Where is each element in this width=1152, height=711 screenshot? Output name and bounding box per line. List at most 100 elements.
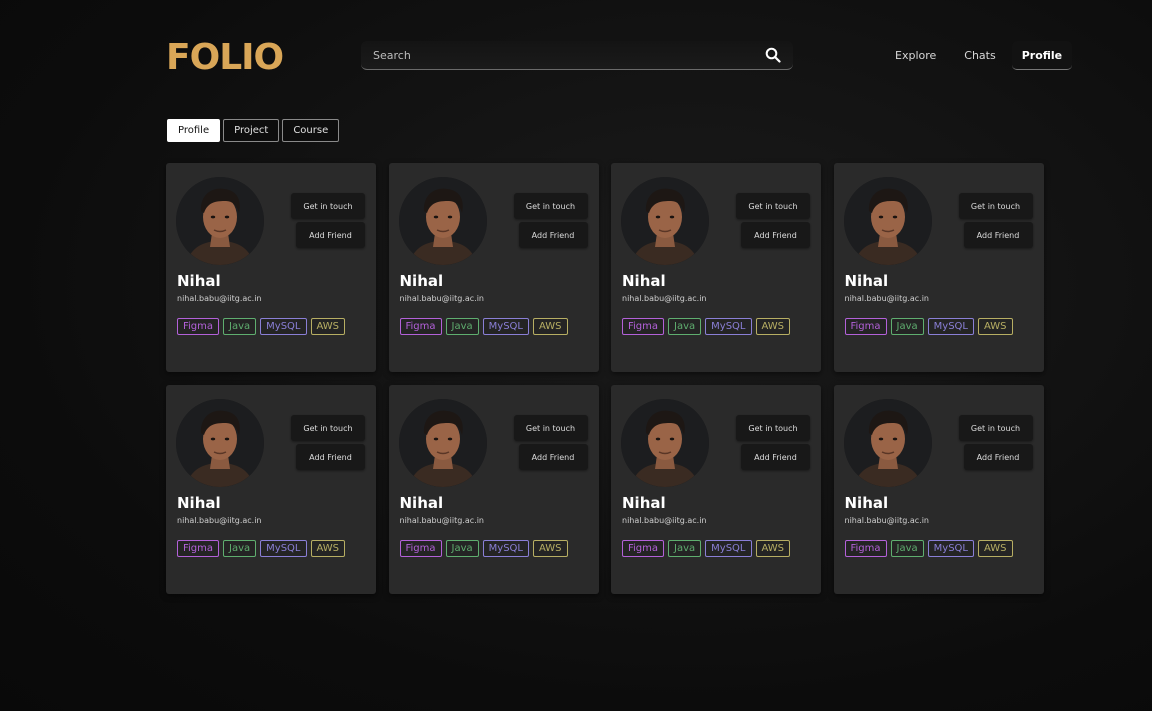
skill-tag[interactable]: AWS: [755, 318, 791, 335]
folio-logo[interactable]: FOLIO: [166, 38, 284, 78]
profile-name: Nihal: [399, 272, 444, 290]
get-in-touch-button[interactable]: Get in touch: [736, 193, 810, 219]
skill-tag[interactable]: Java: [668, 318, 702, 335]
add-friend-button[interactable]: Add Friend: [963, 444, 1033, 470]
profile-email: nihal.babu@iitg.ac.in: [844, 294, 930, 303]
skill-tag[interactable]: AWS: [533, 318, 568, 335]
profile-name: Nihal: [177, 494, 221, 512]
profile-name: Nihal: [399, 494, 444, 512]
skill-tag[interactable]: Java: [445, 318, 479, 335]
avatar-portrait: [176, 177, 264, 265]
get-in-touch-button[interactable]: Get in touch: [736, 415, 810, 441]
avatar[interactable]: [176, 177, 264, 265]
get-in-touch-button[interactable]: Get in touch: [513, 193, 588, 219]
add-friend-button[interactable]: Add Friend: [741, 444, 810, 470]
add-friend-button[interactable]: Add Friend: [296, 444, 365, 470]
tab-profile[interactable]: Profile: [167, 119, 221, 142]
skill-tag[interactable]: MySQL: [705, 540, 752, 557]
profile-name: Nihal: [177, 272, 221, 290]
avatar[interactable]: [621, 399, 709, 487]
skill-tags: Figma Java MySQL AWS: [177, 318, 367, 335]
search-icon[interactable]: [765, 47, 781, 63]
skill-tag[interactable]: Java: [223, 318, 257, 335]
app: FOLIO Explore Chats Profile Profile Proj…: [0, 0, 1152, 711]
avatar[interactable]: [843, 177, 932, 265]
profile-card: Get in touch Add Friend Nihal nihal.babu…: [611, 385, 821, 594]
profile-name: Nihal: [622, 272, 666, 290]
skill-tag[interactable]: AWS: [978, 318, 1013, 335]
avatar-portrait: [843, 177, 932, 265]
skill-tag[interactable]: MySQL: [705, 318, 752, 335]
skill-tag[interactable]: AWS: [310, 318, 346, 335]
skill-tag[interactable]: MySQL: [482, 540, 529, 557]
skill-tag[interactable]: Figma: [622, 318, 665, 335]
avatar-portrait: [621, 399, 709, 487]
skill-tag[interactable]: AWS: [978, 540, 1013, 557]
skill-tags: Figma Java MySQL AWS: [622, 540, 812, 557]
tab-course[interactable]: Course: [282, 119, 340, 142]
search-bar[interactable]: [361, 41, 793, 70]
skill-tag[interactable]: Figma: [177, 540, 220, 557]
profile-name: Nihal: [844, 494, 889, 512]
skill-tags: Figma Java MySQL AWS: [844, 540, 1035, 557]
skill-tag[interactable]: MySQL: [260, 540, 307, 557]
avatar[interactable]: [843, 399, 932, 487]
avatar[interactable]: [398, 399, 487, 487]
get-in-touch-button[interactable]: Get in touch: [291, 415, 365, 441]
skill-tag[interactable]: MySQL: [260, 318, 307, 335]
profile-name: Nihal: [844, 272, 889, 290]
profile-email: nihal.babu@iitg.ac.in: [177, 516, 262, 525]
skill-tag[interactable]: AWS: [533, 540, 568, 557]
get-in-touch-button[interactable]: Get in touch: [513, 415, 588, 441]
skill-tag[interactable]: Figma: [399, 540, 442, 557]
profile-name: Nihal: [622, 494, 666, 512]
profile-card: Get in touch Add Friend Nihal nihal.babu…: [166, 385, 376, 594]
skill-tag[interactable]: Figma: [399, 318, 442, 335]
add-friend-button[interactable]: Add Friend: [518, 444, 588, 470]
avatar-portrait: [843, 399, 932, 487]
skill-tag[interactable]: Figma: [844, 318, 887, 335]
skill-tag[interactable]: MySQL: [927, 540, 974, 557]
skill-tags: Figma Java MySQL AWS: [177, 540, 367, 557]
get-in-touch-button[interactable]: Get in touch: [291, 193, 365, 219]
profile-card: Get in touch Add Friend Nihal nihal.babu…: [833, 163, 1044, 372]
profile-email: nihal.babu@iitg.ac.in: [399, 516, 485, 525]
add-friend-button[interactable]: Add Friend: [518, 222, 588, 248]
profile-grid: Get in touch Add Friend Nihal nihal.babu…: [166, 163, 1044, 594]
skill-tag[interactable]: MySQL: [927, 318, 974, 335]
skill-tags: Figma Java MySQL AWS: [622, 318, 812, 335]
top-nav: Explore Chats Profile: [880, 41, 1073, 70]
skill-tag[interactable]: Java: [445, 540, 479, 557]
tab-bar: Profile Project Course: [167, 119, 340, 142]
avatar[interactable]: [176, 399, 264, 487]
skill-tag[interactable]: Java: [890, 318, 924, 335]
add-friend-button[interactable]: Add Friend: [741, 222, 810, 248]
skill-tag[interactable]: Figma: [622, 540, 665, 557]
profile-card: Get in touch Add Friend Nihal nihal.babu…: [611, 163, 821, 372]
nav-explore[interactable]: Explore: [885, 41, 946, 70]
profile-email: nihal.babu@iitg.ac.in: [622, 516, 707, 525]
skill-tag[interactable]: AWS: [755, 540, 791, 557]
skill-tag[interactable]: AWS: [310, 540, 346, 557]
skill-tags: Figma Java MySQL AWS: [399, 540, 590, 557]
avatar[interactable]: [621, 177, 709, 265]
profile-card: Get in touch Add Friend Nihal nihal.babu…: [833, 385, 1044, 594]
skill-tag[interactable]: Figma: [177, 318, 220, 335]
nav-profile[interactable]: Profile: [1011, 41, 1073, 70]
add-friend-button[interactable]: Add Friend: [296, 222, 365, 248]
skill-tag[interactable]: Figma: [844, 540, 887, 557]
tab-project[interactable]: Project: [223, 119, 280, 142]
add-friend-button[interactable]: Add Friend: [963, 222, 1033, 248]
get-in-touch-button[interactable]: Get in touch: [958, 415, 1033, 441]
get-in-touch-button[interactable]: Get in touch: [958, 193, 1033, 219]
skill-tag[interactable]: Java: [890, 540, 924, 557]
skill-tags: Figma Java MySQL AWS: [844, 318, 1035, 335]
avatar[interactable]: [398, 177, 487, 265]
profile-card: Get in touch Add Friend Nihal nihal.babu…: [388, 163, 599, 372]
skill-tag[interactable]: Java: [668, 540, 702, 557]
search-input[interactable]: [373, 48, 765, 62]
profile-email: nihal.babu@iitg.ac.in: [399, 294, 485, 303]
nav-chats[interactable]: Chats: [954, 41, 1005, 70]
skill-tag[interactable]: Java: [223, 540, 257, 557]
skill-tag[interactable]: MySQL: [482, 318, 529, 335]
